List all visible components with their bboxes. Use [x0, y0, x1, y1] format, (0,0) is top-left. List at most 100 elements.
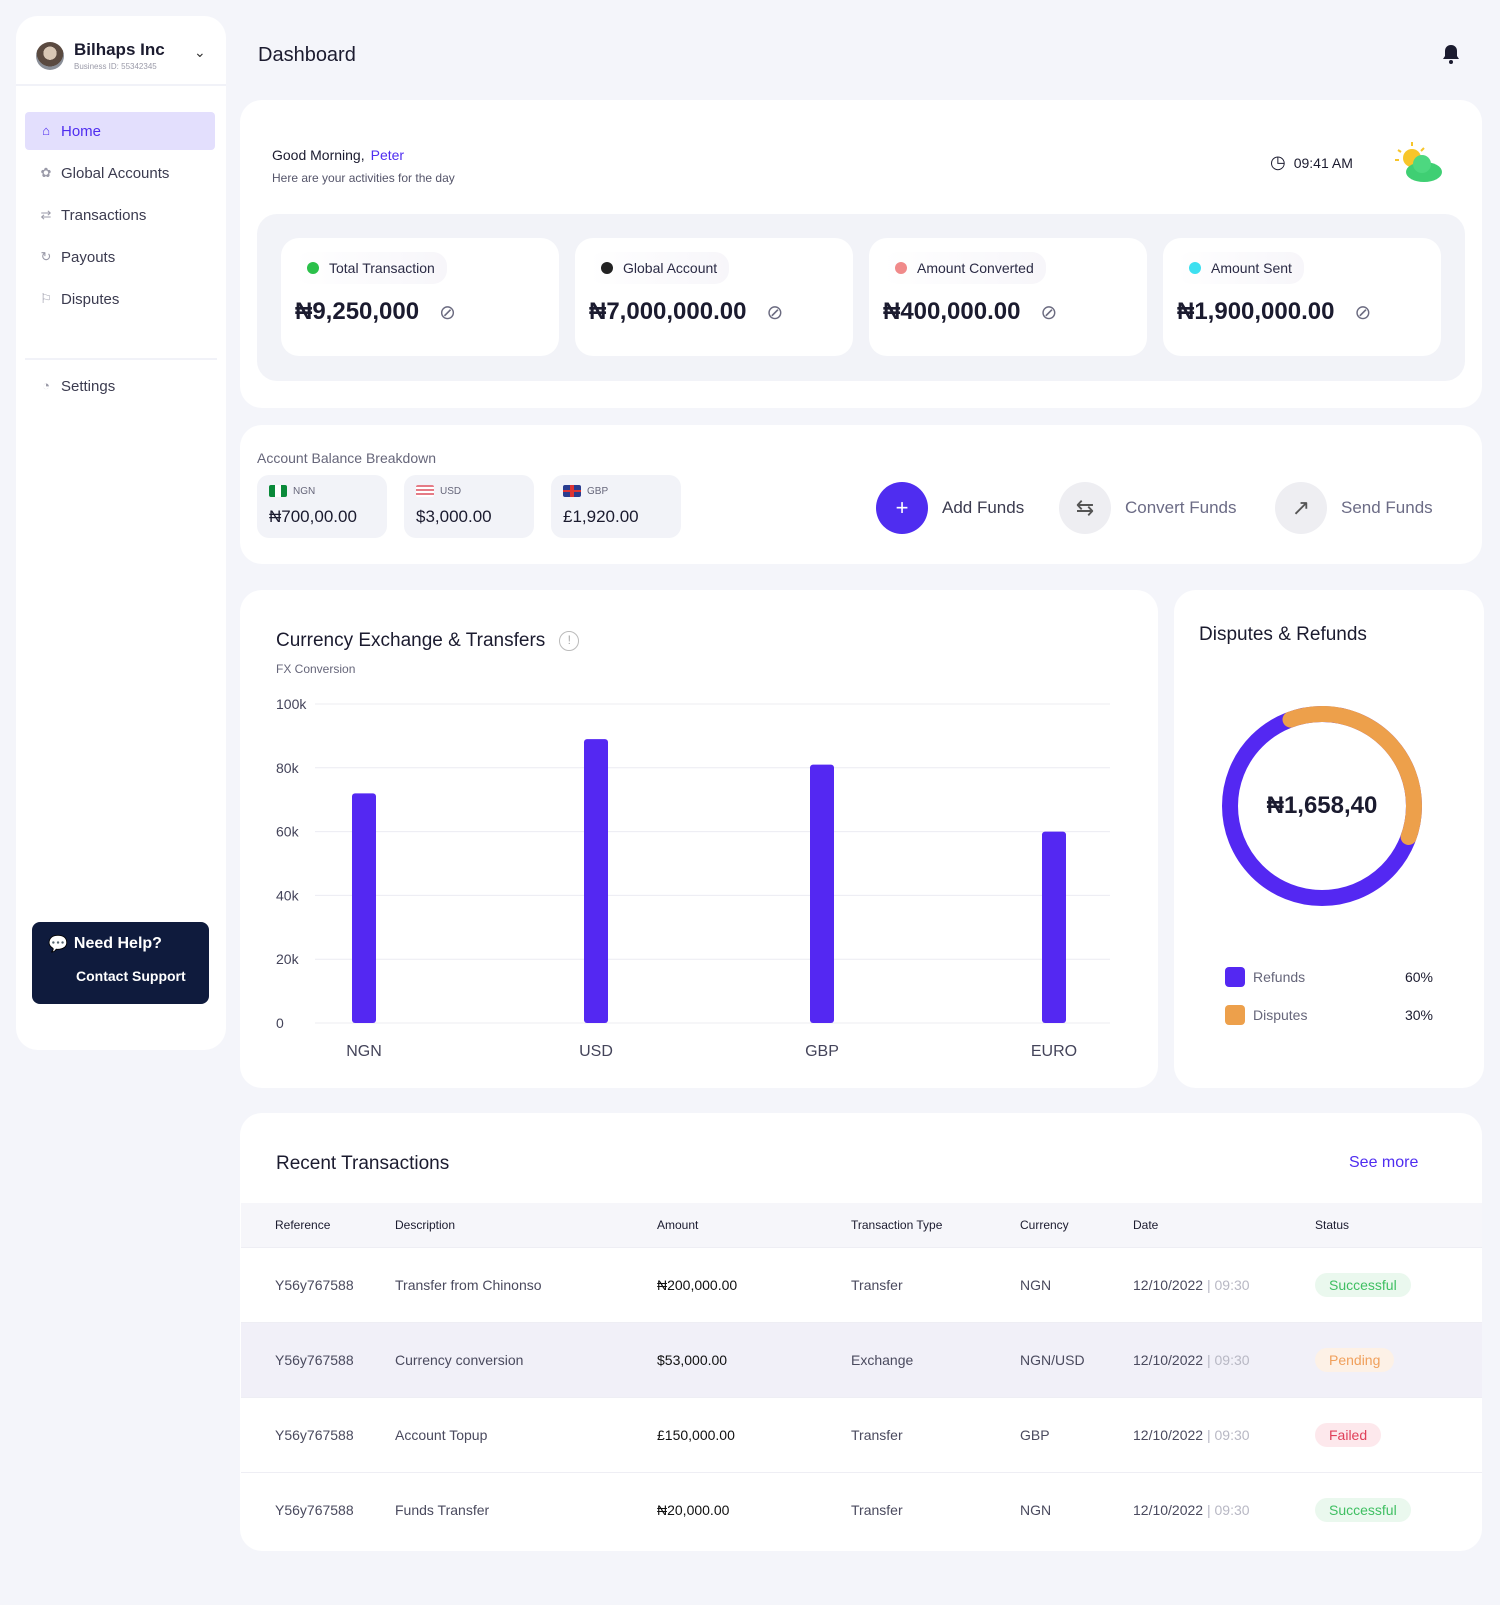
time-text: | 09:30 [1206, 1276, 1250, 1293]
status: Successful [1315, 1246, 1482, 1322]
nigeria-flag-icon [269, 485, 287, 497]
sidebar-item-settings[interactable]: ◔ Settings [25, 367, 215, 405]
send-funds-button[interactable]: ↗ Send Funds [1275, 482, 1433, 534]
currency: NGN [1020, 1246, 1133, 1322]
button-label: Send Funds [1341, 498, 1433, 517]
column-header[interactable]: Currency [1020, 1203, 1133, 1247]
transactions-title: Recent Transactions [276, 1153, 450, 1174]
bar-euro [1042, 831, 1066, 1023]
chart-title-text: Currency Exchange & Transfers [276, 630, 546, 651]
legend-swatch [1225, 967, 1245, 987]
status-dot [307, 262, 319, 274]
time-text: 09:41 AM [1293, 154, 1353, 171]
transaction-type: Exchange [851, 1321, 1020, 1397]
date: 12/10/2022 | 09:30 [1133, 1246, 1315, 1322]
description: Currency conversion [395, 1321, 657, 1397]
table-row[interactable]: Y56y767588 Currency conversion $53,000.00 E… [241, 1321, 1482, 1397]
chart-subtitle: FX Conversion [276, 662, 356, 676]
y-tick-label: 100k [276, 696, 307, 712]
stat-card-amount-sent: Amount Sent ₦1,900,000.00 ⊘ [1163, 238, 1441, 356]
y-tick-label: 60k [276, 824, 300, 840]
greeting-text: Good Morning, [272, 147, 365, 163]
reference: Y56y767588 [241, 1246, 395, 1322]
y-tick-label: 20k [276, 951, 300, 967]
info-icon[interactable]: ! [559, 631, 580, 651]
description: Funds Transfer [395, 1471, 657, 1547]
sidebar-item-disputes[interactable]: ⚐ Disputes [25, 280, 215, 318]
status-dot [895, 262, 907, 274]
divider [16, 84, 226, 86]
status: Pending [1315, 1321, 1482, 1397]
stat-value: ₦1,900,000.00 [1177, 298, 1335, 325]
convert-funds-button[interactable]: ⇆ Convert Funds [1059, 482, 1237, 534]
legend-value: 60% [1404, 969, 1433, 985]
column-header[interactable]: Reference [241, 1203, 395, 1247]
business-switcher[interactable]: Bilhaps Inc Business ID: 55342345 [36, 40, 165, 71]
transaction-type: Transfer [851, 1246, 1020, 1322]
sidebar-item-transactions[interactable]: ⇄ Transactions [25, 196, 215, 234]
legend-swatch [1225, 1005, 1245, 1025]
stat-value: ₦7,000,000.00 [589, 298, 747, 325]
disputes-title: Disputes & Refunds [1199, 624, 1367, 645]
flag-icon: ⚐ [40, 291, 52, 306]
table-row[interactable]: Y56y767588 Funds Transfer ₦20,000.00 Transf… [241, 1471, 1482, 1547]
y-tick-label: 80k [276, 760, 300, 776]
help-card[interactable]: 💬 Need Help? Contact Support [32, 922, 209, 1004]
eye-off-icon[interactable]: ⊘ [766, 300, 783, 325]
date-text: 12/10/2022 [1133, 1426, 1204, 1443]
stat-value: ₦9,250,000 [295, 298, 420, 325]
contact-support-link[interactable]: Contact Support [76, 968, 193, 984]
swap-icon: ⇆ [1059, 482, 1111, 534]
stat-card-total-transaction: Total Transaction ₦9,250,000 ⊘ [281, 238, 559, 356]
uk-flag-icon [563, 485, 581, 497]
bell-icon[interactable] [1442, 44, 1460, 64]
x-tick-label: EURO [1031, 1043, 1077, 1060]
table-row[interactable]: Y56y767588 Account Topup £150,000.00 Transf… [241, 1396, 1482, 1472]
amount: ₦200,000.00 [657, 1246, 851, 1322]
weather-sun-cloud-icon [1395, 142, 1442, 182]
table-row[interactable]: Y56y767588 Transfer from Chinonso ₦200,000… [241, 1246, 1482, 1322]
time-text: | 09:30 [1206, 1351, 1250, 1368]
add-funds-button[interactable]: + Add Funds [876, 482, 1024, 534]
business-id: Business ID: 55342345 [74, 62, 157, 71]
us-flag-icon [416, 485, 434, 497]
stat-card-global-account: Global Account ₦7,000,000.00 ⊘ [575, 238, 853, 356]
currency: NGN/USD [1020, 1321, 1133, 1397]
sidebar: Bilhaps Inc Business ID: 55342345 ⌄ ⌂ Hom… [16, 16, 226, 1050]
column-header[interactable]: Status [1315, 1203, 1482, 1247]
transaction-type: Transfer [851, 1396, 1020, 1472]
user-name: Peter [370, 147, 405, 163]
sidebar-item-payouts[interactable]: ↻ Payouts [25, 238, 215, 276]
stats-row: Total Transaction ₦9,250,000 ⊘ Global Acco… [257, 214, 1465, 381]
divider [25, 358, 217, 360]
see-more-link[interactable]: See more [1349, 1154, 1418, 1172]
sidebar-item-global-accounts[interactable]: ✿ Global Accounts [25, 154, 215, 192]
eye-off-icon[interactable]: ⊘ [1040, 300, 1057, 325]
status-dot [601, 262, 613, 274]
sidebar-item-home[interactable]: ⌂ Home [25, 112, 215, 150]
column-header[interactable]: Amount [657, 1203, 851, 1247]
stat-label: Global Account [623, 260, 718, 276]
status-badge: Pending [1315, 1347, 1395, 1372]
balance-amount: £1,920.00 [563, 507, 639, 526]
column-header[interactable]: Date [1133, 1203, 1315, 1247]
transactions-icon: ⇄ [40, 207, 52, 222]
column-header[interactable]: Transaction Type [851, 1203, 1020, 1247]
eye-off-icon[interactable]: ⊘ [439, 300, 456, 325]
chevron-down-icon[interactable]: ⌄ [194, 44, 206, 61]
avatar [36, 41, 64, 70]
bar-chart: 0 20k 40k 60k 80k 100k NGN USD GBP EURO [276, 696, 1110, 1060]
description: Transfer from Chinonso [395, 1246, 657, 1322]
business-name: Bilhaps Inc [74, 40, 165, 59]
time-text: | 09:30 [1206, 1501, 1250, 1518]
eye-off-icon[interactable]: ⊘ [1354, 300, 1371, 325]
sidebar-item-label: Transactions [61, 206, 147, 224]
donut-center-value: ₦1,658,40 [1266, 792, 1378, 819]
description: Account Topup [395, 1396, 657, 1472]
button-label: Convert Funds [1125, 498, 1237, 517]
status: Failed [1315, 1396, 1482, 1472]
x-tick-label: GBP [805, 1043, 839, 1060]
table-header: Reference Description Amount Transaction Ty… [241, 1203, 1482, 1247]
clock-icon: ◷ [1270, 152, 1286, 172]
column-header[interactable]: Description [395, 1203, 657, 1247]
